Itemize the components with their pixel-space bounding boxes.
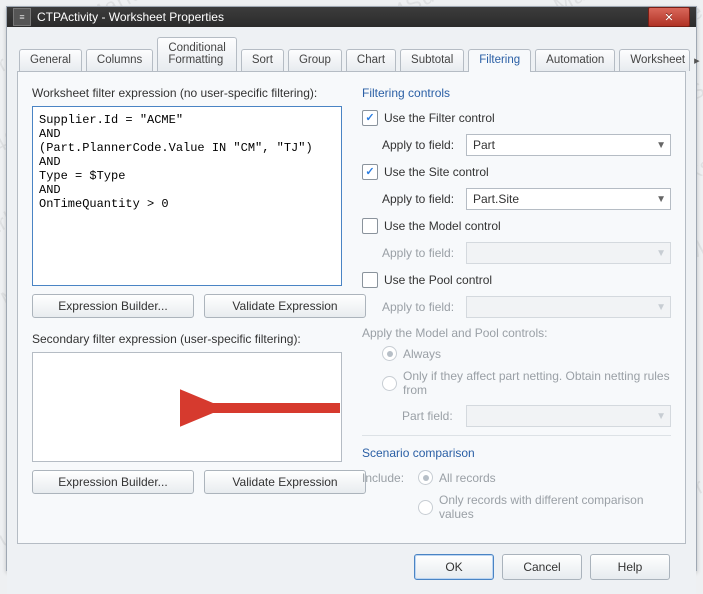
- apply-only-if-label: Only if they affect part netting. Obtain…: [403, 369, 671, 397]
- include-diff-label: Only records with different comparison v…: [439, 493, 671, 521]
- pool-field-label: Apply to field:: [382, 300, 460, 314]
- include-all-label: All records: [439, 471, 496, 485]
- model-field-label: Apply to field:: [382, 246, 460, 260]
- dialog-footer: OK Cancel Help: [17, 544, 686, 594]
- tab-chart[interactable]: Chart: [346, 49, 396, 71]
- filter-field-value: Part: [473, 138, 495, 152]
- use-model-checkbox[interactable]: [362, 218, 378, 234]
- include-diff-radio: [418, 500, 433, 515]
- part-field-label: Part field:: [402, 409, 460, 423]
- chevron-down-icon: ▼: [656, 140, 666, 151]
- expression-builder-button-2[interactable]: Expression Builder...: [32, 470, 194, 494]
- chevron-down-icon: ▼: [656, 194, 666, 205]
- validate-expression-button-2[interactable]: Validate Expression: [204, 470, 366, 494]
- window-title: CTPActivity - Worksheet Properties: [37, 10, 224, 24]
- cancel-button[interactable]: Cancel: [502, 554, 582, 580]
- site-field-value: Part.Site: [473, 192, 519, 206]
- chevron-down-icon: ▼: [656, 411, 666, 422]
- use-model-label: Use the Model control: [384, 219, 501, 233]
- ok-button[interactable]: OK: [414, 554, 494, 580]
- chevron-down-icon: ▼: [656, 248, 666, 259]
- primary-expression-label: Worksheet filter expression (no user-spe…: [32, 86, 342, 100]
- primary-expression-input[interactable]: [32, 106, 342, 286]
- model-field-select: ▼: [466, 242, 671, 264]
- filter-field-label: Apply to field:: [382, 138, 460, 152]
- use-site-checkbox[interactable]: [362, 164, 378, 180]
- tab-worksheet[interactable]: Worksheet: [619, 49, 690, 71]
- tab-automation[interactable]: Automation: [535, 49, 615, 71]
- use-pool-label: Use the Pool control: [384, 273, 492, 287]
- tab-sort[interactable]: Sort: [241, 49, 284, 71]
- chevron-down-icon: ▼: [656, 302, 666, 313]
- site-field-select[interactable]: Part.Site ▼: [466, 188, 671, 210]
- tab-group[interactable]: Group: [288, 49, 342, 71]
- close-icon: ✕: [664, 11, 673, 24]
- dialog-window: ≡ CTPActivity - Worksheet Properties ✕ G…: [6, 6, 697, 571]
- apply-always-label: Always: [403, 347, 441, 361]
- part-field-select: ▼: [466, 405, 671, 427]
- use-site-label: Use the Site control: [384, 165, 489, 179]
- filter-field-select[interactable]: Part ▼: [466, 134, 671, 156]
- secondary-expression-input[interactable]: [32, 352, 342, 462]
- use-filter-checkbox[interactable]: [362, 110, 378, 126]
- help-button[interactable]: Help: [590, 554, 670, 580]
- pool-field-select: ▼: [466, 296, 671, 318]
- secondary-expression-label: Secondary filter expression (user-specif…: [32, 332, 342, 346]
- close-button[interactable]: ✕: [648, 7, 690, 27]
- separator: [362, 435, 671, 436]
- tabs-overflow-icon[interactable]: ▸: [694, 54, 700, 71]
- validate-expression-button[interactable]: Validate Expression: [204, 294, 366, 318]
- apply-model-pool-label: Apply the Model and Pool controls:: [362, 326, 671, 340]
- tab-columns[interactable]: Columns: [86, 49, 153, 71]
- apply-always-radio: [382, 346, 397, 361]
- apply-only-if-radio: [382, 376, 397, 391]
- use-pool-checkbox[interactable]: [362, 272, 378, 288]
- scenario-comparison-heading: Scenario comparison: [362, 446, 671, 460]
- tab-bar: General Columns Conditional Formatting S…: [17, 37, 686, 72]
- filtering-controls-heading: Filtering controls: [362, 86, 671, 100]
- expression-builder-button[interactable]: Expression Builder...: [32, 294, 194, 318]
- tab-page-filtering: Worksheet filter expression (no user-spe…: [17, 72, 686, 544]
- tab-subtotal[interactable]: Subtotal: [400, 49, 464, 71]
- include-label: Include:: [362, 471, 412, 485]
- include-all-radio: [418, 470, 433, 485]
- tab-filtering[interactable]: Filtering: [468, 49, 531, 72]
- site-field-label: Apply to field:: [382, 192, 460, 206]
- use-filter-label: Use the Filter control: [384, 111, 495, 125]
- title-bar: ≡ CTPActivity - Worksheet Properties ✕: [7, 7, 696, 27]
- tab-conditional-formatting[interactable]: Conditional Formatting: [157, 37, 237, 71]
- tab-general[interactable]: General: [19, 49, 82, 71]
- app-icon: ≡: [13, 8, 31, 26]
